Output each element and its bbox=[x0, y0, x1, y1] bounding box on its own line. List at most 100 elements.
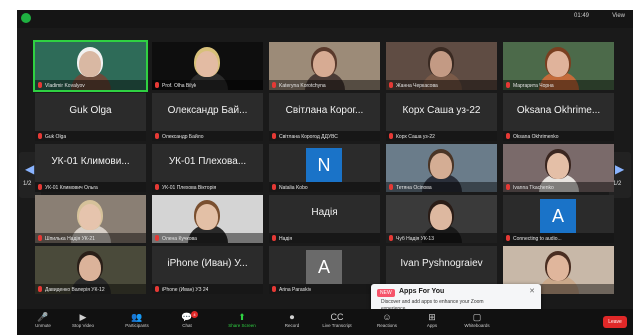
tile-footer: Чуб Надія УК-13 bbox=[386, 233, 497, 243]
microphone-icon: 🎤 bbox=[37, 312, 49, 322]
whiteboards-button[interactable]: ▢ Whiteboards bbox=[457, 311, 497, 333]
muted-mic-icon bbox=[155, 184, 159, 190]
participant-tile[interactable]: Oksana Okhrime... Oksana Okhrimenko bbox=[503, 93, 614, 141]
participant-name: Жанна Черкасова bbox=[396, 83, 438, 89]
participant-tile[interactable]: Олена Кучкова bbox=[152, 195, 263, 243]
toolbar-label: Share Screen bbox=[228, 323, 256, 328]
tile-footer: iPhone (Иван) УЗ 24 bbox=[152, 284, 263, 294]
stop-video-button[interactable]: ▶ Stop Video bbox=[63, 311, 103, 333]
muted-mic-icon bbox=[506, 235, 510, 241]
view-button[interactable]: View bbox=[612, 13, 625, 19]
video-icon: ▶ bbox=[79, 312, 87, 322]
tile-footer: Тетяна Осіпова bbox=[386, 182, 497, 192]
participant-avatar: A bbox=[540, 199, 576, 233]
participant-tile[interactable]: Надія Надія bbox=[269, 195, 380, 243]
top-bar: 01:49 View bbox=[17, 10, 633, 28]
participant-name: Тетяна Осіпова bbox=[396, 185, 432, 191]
muted-mic-icon bbox=[389, 133, 393, 139]
participant-name: Oksana Okhrimenko bbox=[513, 134, 559, 140]
chat-button[interactable]: 💬 Chat 4 bbox=[167, 311, 207, 333]
participant-tile[interactable]: Жанна Черкасова bbox=[386, 42, 497, 90]
participant-tile[interactable]: Guk Olga Guk Olga bbox=[35, 93, 146, 141]
participant-tile[interactable]: УК-01 Климови... УК-01 Климович Ольга bbox=[35, 144, 146, 192]
muted-mic-icon bbox=[506, 133, 510, 139]
apps-icon: ⊞ bbox=[428, 312, 436, 322]
apps-button[interactable]: ⊞ Apps bbox=[412, 311, 452, 333]
participant-tile[interactable]: Prof. Olha Bilyk bbox=[152, 42, 263, 90]
participant-name: УК-01 Климович Ольга bbox=[45, 185, 98, 191]
close-icon[interactable]: ✕ bbox=[529, 287, 535, 295]
participant-display-name: УК-01 Плехова... bbox=[168, 156, 247, 167]
participant-tile[interactable]: Vladimir Kovalyov bbox=[33, 40, 148, 92]
muted-mic-icon bbox=[389, 184, 393, 190]
tile-footer: Ivanna Tkachenko bbox=[503, 182, 614, 192]
participant-name: Світлана Корогод ДДУВС bbox=[279, 134, 338, 140]
record-button[interactable]: ⏺ Record bbox=[272, 311, 312, 333]
muted-mic-icon bbox=[272, 82, 276, 88]
participant-tile[interactable]: iPhone (Иван) У... iPhone (Иван) УЗ 24 bbox=[152, 246, 263, 294]
participant-tile[interactable]: Маргарита Чорна bbox=[503, 42, 614, 90]
participant-name: Guk Olga bbox=[45, 134, 67, 140]
participant-display-name: iPhone (Иван) У... bbox=[167, 258, 248, 269]
participant-name: Корх Саша уз-22 bbox=[396, 134, 435, 140]
participant-tile[interactable]: УК-01 Плехова... УК-01 Плехова Вікторія bbox=[152, 144, 263, 192]
toolbar-label: Reactions bbox=[376, 323, 397, 328]
participant-display-name: Надія bbox=[311, 207, 338, 218]
tile-footer: Корх Саша уз-22 bbox=[386, 131, 497, 141]
toolbar-label: Participants bbox=[125, 323, 149, 328]
participant-name: Arina Paraskiv bbox=[279, 287, 312, 293]
security-shield-icon[interactable] bbox=[21, 13, 31, 23]
participant-tile[interactable]: N Natalia Kobo bbox=[269, 144, 380, 192]
muted-mic-icon bbox=[38, 235, 42, 241]
muted-mic-icon bbox=[38, 133, 42, 139]
record-icon: ⏺ bbox=[289, 312, 295, 322]
participant-tile[interactable]: Тетяна Осіпова bbox=[386, 144, 497, 192]
participant-name: Kateryna Korotchyna bbox=[279, 83, 326, 89]
unmute-button[interactable]: 🎤 Unmute bbox=[23, 311, 63, 333]
muted-mic-icon bbox=[272, 184, 276, 190]
chat-unread-badge: 4 bbox=[191, 311, 198, 318]
share-screen-button[interactable]: ⬆ Share Screen bbox=[222, 311, 262, 333]
muted-mic-icon bbox=[155, 82, 159, 88]
participant-name: Надія bbox=[279, 236, 293, 242]
participants-icon: 👥 bbox=[131, 312, 143, 322]
participant-name: Connecting to audio... bbox=[513, 236, 562, 242]
muted-mic-icon bbox=[389, 235, 393, 241]
participant-tile[interactable]: Чуб Надія УК-13 bbox=[386, 195, 497, 243]
participant-tile[interactable]: Шпилька Надія УК-21 bbox=[35, 195, 146, 243]
participant-display-name: Світлана Корог... bbox=[285, 105, 364, 116]
whiteboard-icon: ▢ bbox=[472, 312, 482, 322]
toolbar-label: Chat bbox=[182, 323, 192, 328]
leave-button[interactable]: Leave bbox=[603, 316, 627, 328]
new-badge: NEW bbox=[377, 289, 395, 297]
tile-footer: Prof. Olha Bilyk bbox=[152, 80, 263, 90]
participant-avatar: A bbox=[306, 250, 342, 284]
participant-tile[interactable]: Kateryna Korotchyna bbox=[269, 42, 380, 90]
tile-footer: Жанна Черкасова bbox=[386, 80, 497, 90]
participant-display-name: Oksana Okhrime... bbox=[516, 105, 601, 116]
participant-name: УК-01 Плехова Вікторія bbox=[162, 185, 217, 191]
muted-mic-icon bbox=[272, 235, 276, 241]
participant-tile[interactable]: A Arina Paraskiv bbox=[269, 246, 380, 294]
participant-name: iPhone (Иван) УЗ 24 bbox=[162, 287, 209, 293]
reactions-button[interactable]: ☺ Reactions bbox=[367, 311, 407, 333]
tile-footer: Kateryna Korotchyna bbox=[269, 80, 380, 90]
participant-tile[interactable]: Світлана Корог... Світлана Корогод ДДУВС bbox=[269, 93, 380, 141]
tile-footer: УК-01 Климович Ольга bbox=[35, 182, 146, 192]
toolbar-label: Unmute bbox=[35, 323, 51, 328]
participant-tile[interactable]: Олександр Бай... Олександр Байло bbox=[152, 93, 263, 141]
participant-tile[interactable]: Ivanna Tkachenko bbox=[503, 144, 614, 192]
participant-display-name: Олександр Бай... bbox=[167, 105, 248, 116]
participant-tile[interactable]: Давиденко Валерія УК-12 bbox=[35, 246, 146, 294]
muted-mic-icon bbox=[38, 184, 42, 190]
participants-button[interactable]: 👥 Participants bbox=[117, 311, 157, 333]
muted-mic-icon bbox=[38, 286, 42, 292]
tile-footer: УК-01 Плехова Вікторія bbox=[152, 182, 263, 192]
participant-tile[interactable]: A Connecting to audio... bbox=[503, 195, 614, 243]
tile-footer: Arina Paraskiv bbox=[269, 284, 380, 294]
live-transcript-button[interactable]: CC Live Transcript bbox=[317, 311, 357, 333]
participant-name: Natalia Kobo bbox=[279, 185, 308, 191]
participant-tile[interactable]: Корх Саша уз-22 Корх Саша уз-22 bbox=[386, 93, 497, 141]
participant-avatar: N bbox=[306, 148, 342, 182]
notification-title: Apps For You bbox=[399, 288, 445, 295]
